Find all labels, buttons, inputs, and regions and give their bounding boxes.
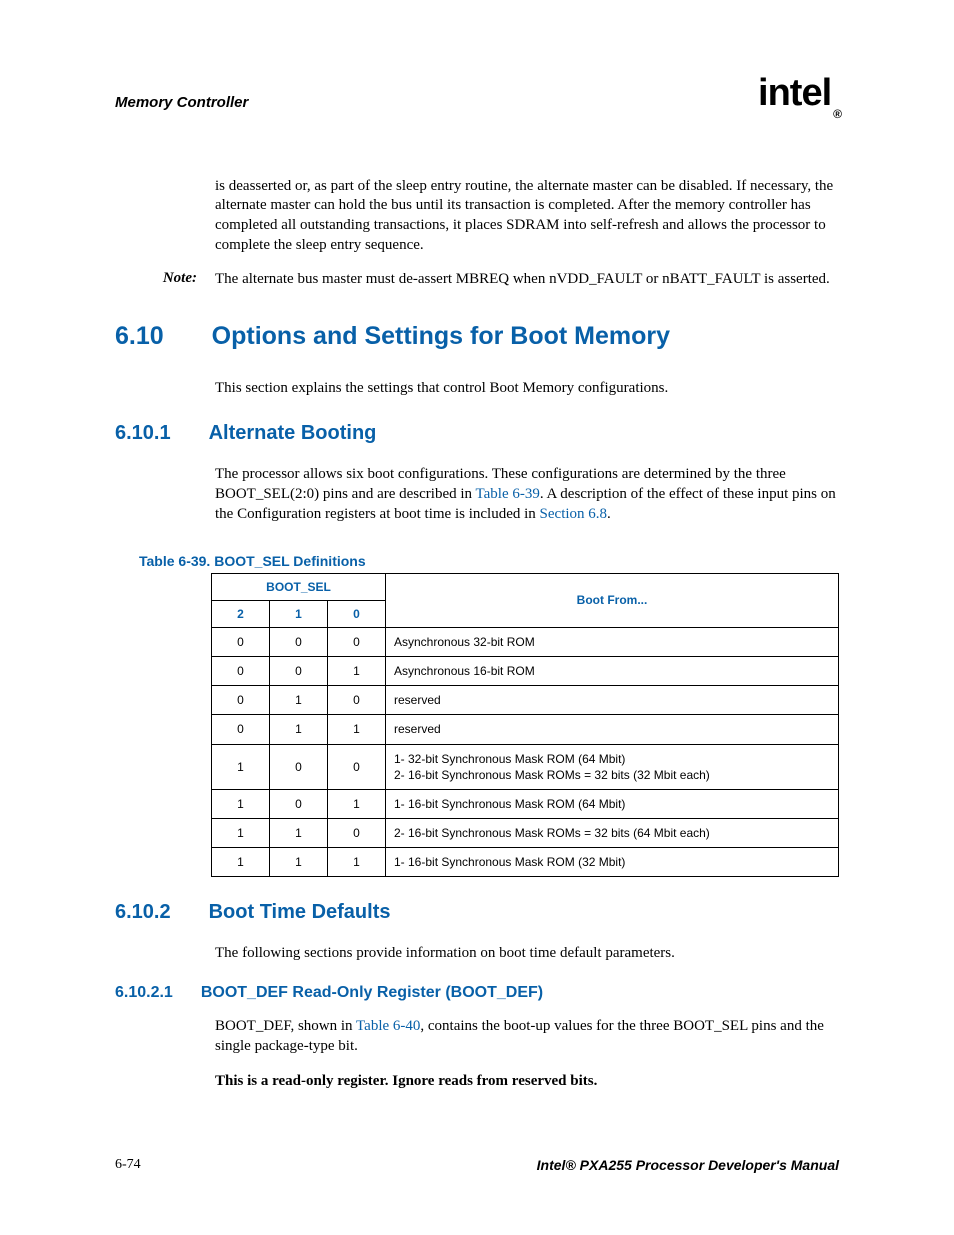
cell: 0 bbox=[328, 627, 386, 656]
cell: 0 bbox=[328, 686, 386, 715]
text: . bbox=[607, 506, 611, 522]
cell: 1 bbox=[328, 715, 386, 744]
cell: 1 bbox=[212, 744, 270, 789]
cell: 0 bbox=[270, 744, 328, 789]
table-row: 0 1 1 reserved bbox=[212, 715, 839, 744]
cell: 1 bbox=[328, 789, 386, 818]
page: Memory Controller intel® is deasserted o… bbox=[0, 0, 954, 1235]
cell: reserved bbox=[386, 686, 839, 715]
page-number: 6-74 bbox=[115, 1157, 141, 1173]
cell: 0 bbox=[212, 715, 270, 744]
cell: reserved bbox=[386, 715, 839, 744]
cell: Asynchronous 32-bit ROM bbox=[386, 627, 839, 656]
th-bootsel-group: BOOT_SEL bbox=[212, 573, 386, 600]
th-bootfrom: Boot From... bbox=[386, 573, 839, 627]
text: BOOT_DEF, shown in bbox=[215, 1018, 356, 1034]
boot-time-defaults-paragraph: The following sections provide informati… bbox=[215, 944, 839, 964]
cell: 1 bbox=[270, 715, 328, 744]
cell: 1 bbox=[212, 789, 270, 818]
alternate-booting-paragraph: The processor allows six boot configurat… bbox=[215, 465, 839, 524]
table-row: 1 0 0 1- 32-bit Synchronous Mask ROM (64… bbox=[212, 744, 839, 789]
link-section-6-8[interactable]: Section 6.8 bbox=[540, 506, 608, 522]
heading-text: Boot Time Defaults bbox=[209, 901, 391, 924]
link-table-6-39[interactable]: Table 6-39 bbox=[476, 486, 540, 502]
cell: 0 bbox=[212, 686, 270, 715]
cell: 1 bbox=[328, 848, 386, 877]
logo-registered: ® bbox=[833, 107, 841, 121]
th-col-1: 1 bbox=[270, 600, 328, 627]
cell: 0 bbox=[212, 627, 270, 656]
cell: 0 bbox=[212, 656, 270, 685]
cell: 1- 16-bit Synchronous Mask ROM (32 Mbit) bbox=[386, 848, 839, 877]
cell: 1 bbox=[328, 656, 386, 685]
cell: 0 bbox=[328, 744, 386, 789]
cell: 0 bbox=[270, 789, 328, 818]
heading-6-10: 6.10 Options and Settings for Boot Memor… bbox=[115, 322, 839, 351]
th-col-2: 2 bbox=[212, 600, 270, 627]
cell: 1- 16-bit Synchronous Mask ROM (64 Mbit) bbox=[386, 789, 839, 818]
cell: 2- 16-bit Synchronous Mask ROMs = 32 bit… bbox=[386, 819, 839, 848]
heading-text: BOOT_DEF Read-Only Register (BOOT_DEF) bbox=[201, 984, 543, 1002]
heading-number: 6.10.1 bbox=[115, 422, 171, 445]
table-row: 0 0 1 Asynchronous 16-bit ROM bbox=[212, 656, 839, 685]
heading-number: 6.10.2.1 bbox=[115, 984, 173, 1002]
table-row: 0 1 0 reserved bbox=[212, 686, 839, 715]
table-row: 1 0 1 1- 16-bit Synchronous Mask ROM (64… bbox=[212, 789, 839, 818]
heading-number: 6.10 bbox=[115, 322, 164, 351]
heading-6-10-2-1: 6.10.2.1 BOOT_DEF Read-Only Register (BO… bbox=[115, 984, 839, 1002]
intel-logo: intel® bbox=[758, 72, 839, 117]
note-block: Note: The alternate bus master must de-a… bbox=[115, 270, 839, 290]
cell: Asynchronous 16-bit ROM bbox=[386, 656, 839, 685]
boot-def-note-bold: This is a read-only register. Ignore rea… bbox=[215, 1072, 839, 1092]
heading-6-10-2: 6.10.2 Boot Time Defaults bbox=[115, 901, 839, 924]
table-row: 1 1 1 1- 16-bit Synchronous Mask ROM (32… bbox=[212, 848, 839, 877]
heading-number: 6.10.2 bbox=[115, 901, 171, 924]
note-text: The alternate bus master must de-assert … bbox=[215, 270, 839, 290]
header-section-title: Memory Controller bbox=[115, 94, 248, 111]
cell: 1 bbox=[212, 819, 270, 848]
section-6-10-intro: This section explains the settings that … bbox=[215, 379, 839, 399]
cell: 1 bbox=[212, 848, 270, 877]
intro-paragraph: is deasserted or, as part of the sleep e… bbox=[215, 177, 839, 256]
th-col-0: 0 bbox=[328, 600, 386, 627]
boot-sel-table: BOOT_SEL Boot From... 2 1 0 0 0 0 Asynch… bbox=[211, 573, 839, 878]
link-table-6-40[interactable]: Table 6-40 bbox=[356, 1018, 420, 1034]
heading-6-10-1: 6.10.1 Alternate Booting bbox=[115, 422, 839, 445]
cell: 1 bbox=[270, 848, 328, 877]
cell: 1 bbox=[270, 686, 328, 715]
cell: 0 bbox=[270, 627, 328, 656]
cell: 0 bbox=[328, 819, 386, 848]
table-row: 1 1 0 2- 16-bit Synchronous Mask ROMs = … bbox=[212, 819, 839, 848]
page-footer: 6-74 Intel® PXA255 Processor Developer's… bbox=[115, 1157, 839, 1173]
cell: 0 bbox=[270, 656, 328, 685]
manual-title: Intel® PXA255 Processor Developer's Manu… bbox=[537, 1157, 839, 1173]
heading-text: Options and Settings for Boot Memory bbox=[212, 322, 670, 351]
table-body: 0 0 0 Asynchronous 32-bit ROM 0 0 1 Asyn… bbox=[212, 627, 839, 877]
cell: 1 bbox=[270, 819, 328, 848]
boot-def-paragraph: BOOT_DEF, shown in Table 6-40, contains … bbox=[215, 1017, 839, 1057]
cell: 1- 32-bit Synchronous Mask ROM (64 Mbit)… bbox=[386, 744, 839, 789]
heading-text: Alternate Booting bbox=[209, 422, 377, 445]
page-header: Memory Controller intel® bbox=[115, 80, 839, 125]
note-label: Note: bbox=[115, 270, 197, 290]
table-row: 0 0 0 Asynchronous 32-bit ROM bbox=[212, 627, 839, 656]
logo-text: intel bbox=[758, 72, 831, 114]
table-6-39-caption: Table 6-39. BOOT_SEL Definitions bbox=[139, 553, 839, 569]
